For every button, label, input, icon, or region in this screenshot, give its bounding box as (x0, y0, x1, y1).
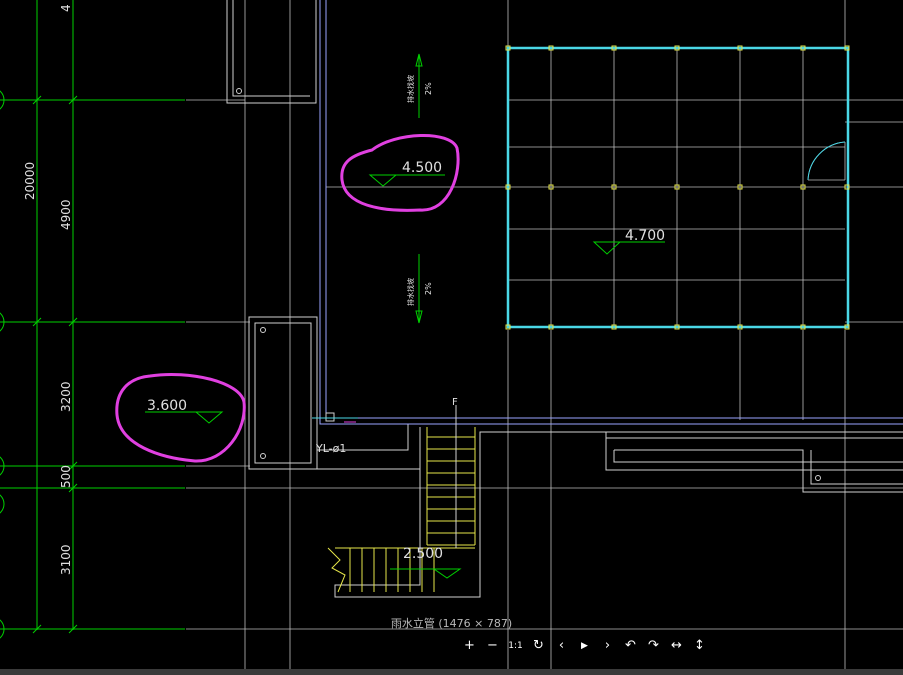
redo-button[interactable]: ↷ (642, 637, 665, 655)
elevation-label-2500: 2.500 (403, 546, 443, 562)
dim-4900: 4900 (59, 199, 73, 230)
dim-500: 500 (59, 465, 73, 488)
rain-pipe-yl: YL-ø1 (312, 412, 358, 455)
actual-size-button[interactable]: 1:1 (504, 637, 527, 655)
dim-3200: 3200 (59, 381, 73, 412)
slope-arrow-top: 排水找坡 2% (406, 53, 433, 118)
parapet-wall (319, 0, 903, 425)
dim-20000: 20000 (23, 162, 37, 200)
stair-mark: F (452, 397, 458, 408)
fit-width-button[interactable]: ↔ (665, 637, 688, 655)
stair: F 2.500 (327, 397, 476, 593)
building-walls (226, 0, 903, 598)
grid-dimension-lines (0, 0, 185, 639)
dim-top: 4 (59, 4, 73, 12)
viewer-toolbar: + − 1:1 ↻ ‹ ▶ › ↶ ↷ ↔ ↕ (458, 637, 711, 655)
undo-button[interactable]: ↶ (619, 637, 642, 655)
annotation-circle-3600 (115, 372, 246, 463)
fit-height-button[interactable]: ↕ (688, 637, 711, 655)
slope-label-pct-bottom: 2% (424, 282, 433, 295)
dim-3100: 3100 (59, 544, 73, 575)
zoom-in-button[interactable]: + (458, 637, 481, 655)
slope-label-cn-top: 排水找坡 (406, 75, 415, 103)
roof-plan (505, 45, 903, 330)
elevation-label-4700: 4.700 (625, 228, 665, 244)
slope-label-pct-top: 2% (424, 82, 433, 95)
rotate-button[interactable]: ↻ (527, 637, 550, 655)
next-button[interactable]: › (596, 637, 619, 655)
image-caption: 雨水立管 (1476 × 787) (390, 617, 513, 630)
pipe-label: YL-ø1 (315, 442, 346, 455)
play-button[interactable]: ▶ (573, 637, 596, 655)
slope-arrow-bottom: 排水找坡 2% (406, 254, 433, 324)
elevation-label-4500: 4.500 (402, 160, 442, 176)
cad-drawing-canvas[interactable]: 20000 4900 3200 500 3100 4 YL-ø1 排水找坡 2%… (0, 0, 903, 669)
dimension-labels: 20000 4900 3200 500 3100 4 (23, 4, 73, 575)
elevation-3-600: 3.600 (115, 372, 246, 463)
previous-button[interactable]: ‹ (550, 637, 573, 655)
slope-label-cn-bottom: 排水找坡 (406, 278, 415, 306)
elevation-4-500: 4.500 (340, 133, 460, 212)
zoom-out-button[interactable]: − (481, 637, 504, 655)
bottom-scrollbar[interactable] (0, 669, 903, 675)
elevation-label-3600: 3.600 (147, 398, 187, 414)
elevation-4-700: 4.700 (592, 228, 665, 255)
